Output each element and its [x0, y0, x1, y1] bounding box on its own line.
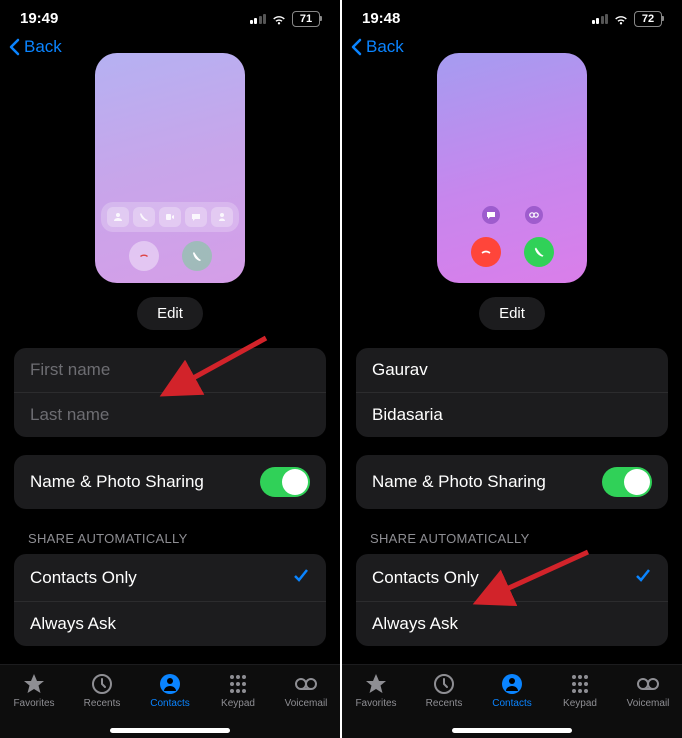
name-fields-group: First name Last name [14, 348, 326, 437]
tab-bar: Favorites Recents Contacts Keypad Voicem… [342, 664, 682, 738]
wifi-icon [613, 13, 629, 25]
status-indicators: 72 [592, 11, 663, 27]
star-icon [364, 673, 388, 695]
poster-preview [342, 53, 682, 283]
call-buttons [101, 238, 239, 277]
tab-voicemail[interactable]: Voicemail [614, 665, 682, 738]
accept-button-ghost [182, 241, 212, 271]
contact-poster-card [95, 53, 245, 283]
status-bar: 19:49 71 [0, 0, 340, 33]
option-contacts-only[interactable]: Contacts Only [356, 554, 668, 601]
keypad-icon [226, 673, 250, 695]
sharing-toggle[interactable] [602, 467, 652, 497]
sharing-toggle-group: Name & Photo Sharing [356, 455, 668, 509]
back-label: Back [366, 37, 404, 57]
message-pill-icon [185, 207, 207, 227]
decline-button [471, 237, 501, 267]
edit-button[interactable]: Edit [479, 297, 545, 330]
name-fields-group: Gaurav Bidasaria [356, 348, 668, 437]
home-indicator[interactable] [110, 728, 230, 733]
poster-small-icons [443, 206, 581, 224]
status-indicators: 71 [250, 11, 321, 27]
tab-voicemail[interactable]: Voicemail [272, 665, 340, 738]
more-pill-icon [211, 207, 233, 227]
option-contacts-label: Contacts Only [30, 568, 137, 588]
share-options-group: Contacts Only Always Ask [14, 554, 326, 646]
cellular-icon [592, 14, 609, 24]
edit-button[interactable]: Edit [137, 297, 203, 330]
back-label: Back [24, 37, 62, 57]
status-bar: 19:48 72 [342, 0, 682, 33]
sharing-row: Name & Photo Sharing [356, 455, 668, 509]
chevron-left-icon [350, 38, 362, 56]
phone-screenshot-left: 19:49 71 Back [0, 0, 340, 738]
last-name-value: Bidasaria [372, 405, 443, 425]
voicemail-icon [636, 673, 660, 695]
share-auto-label: SHARE AUTOMATICALLY [342, 509, 682, 554]
accept-button [524, 237, 554, 267]
battery-indicator: 72 [634, 11, 662, 27]
first-name-value: Gaurav [372, 360, 428, 380]
option-always-ask[interactable]: Always Ask [356, 601, 668, 646]
home-indicator[interactable] [452, 728, 572, 733]
option-always-ask[interactable]: Always Ask [14, 601, 326, 646]
sharing-label: Name & Photo Sharing [372, 472, 546, 492]
contacts-icon [158, 673, 182, 695]
contact-pill-icon [107, 207, 129, 227]
contacts-icon [500, 673, 524, 695]
voicemail-icon [294, 673, 318, 695]
first-name-field[interactable]: First name [14, 348, 326, 392]
tab-bar: Favorites Recents Contacts Keypad Voicem… [0, 664, 340, 738]
poster-preview [0, 53, 340, 283]
tab-favorites[interactable]: Favorites [0, 665, 68, 738]
sharing-label: Name & Photo Sharing [30, 472, 204, 492]
sharing-toggle[interactable] [260, 467, 310, 497]
chevron-left-icon [8, 38, 20, 56]
voicemail-small-icon [525, 206, 543, 224]
option-contacts-label: Contacts Only [372, 568, 479, 588]
keypad-icon [568, 673, 592, 695]
last-name-field[interactable]: Last name [14, 392, 326, 437]
contact-poster-card [437, 53, 587, 283]
option-always-label: Always Ask [30, 614, 116, 634]
poster-action-bar [101, 202, 239, 232]
phone-screenshot-right: 19:48 72 Back Edit [342, 0, 682, 738]
last-name-placeholder: Last name [30, 405, 109, 425]
option-contacts-only[interactable]: Contacts Only [14, 554, 326, 601]
first-name-field[interactable]: Gaurav [356, 348, 668, 392]
video-pill-icon [159, 207, 181, 227]
clock-icon [90, 673, 114, 695]
checkmark-icon [634, 566, 652, 589]
sharing-row: Name & Photo Sharing [14, 455, 326, 509]
wifi-icon [271, 13, 287, 25]
decline-button-ghost [129, 241, 159, 271]
star-icon [22, 673, 46, 695]
clock: 19:49 [20, 10, 58, 27]
option-always-label: Always Ask [372, 614, 458, 634]
clock-icon [432, 673, 456, 695]
first-name-placeholder: First name [30, 360, 110, 380]
battery-indicator: 71 [292, 11, 320, 27]
share-auto-label: SHARE AUTOMATICALLY [0, 509, 340, 554]
sharing-toggle-group: Name & Photo Sharing [14, 455, 326, 509]
phone-pill-icon [133, 207, 155, 227]
message-small-icon [482, 206, 500, 224]
call-buttons [443, 234, 581, 277]
clock: 19:48 [362, 10, 400, 27]
share-options-group: Contacts Only Always Ask [356, 554, 668, 646]
last-name-field[interactable]: Bidasaria [356, 392, 668, 437]
cellular-icon [250, 14, 267, 24]
checkmark-icon [292, 566, 310, 589]
tab-favorites[interactable]: Favorites [342, 665, 410, 738]
